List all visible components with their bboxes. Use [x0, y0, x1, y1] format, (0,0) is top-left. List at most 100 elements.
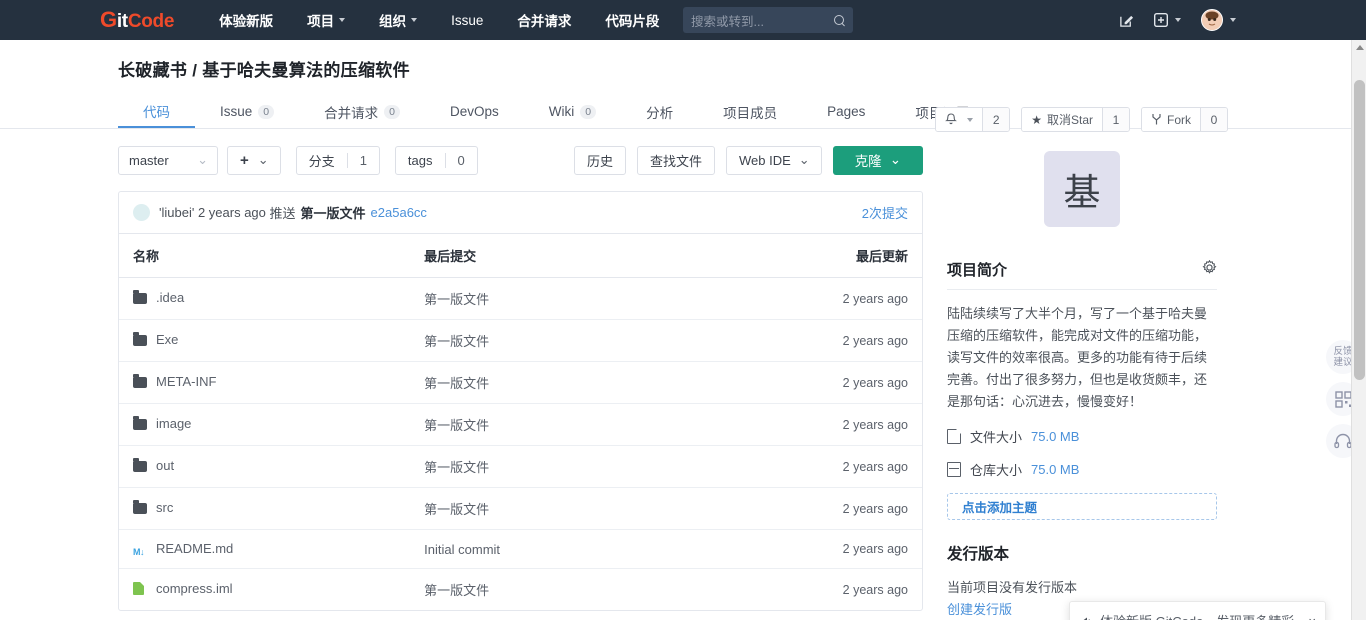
table-row[interactable]: compress.iml 第一版文件 2 years ago: [119, 569, 922, 611]
plus-icon[interactable]: [1154, 13, 1181, 27]
content-area: master ⌄ + ⌄ 分支 1 tags 0 历史 查找文件 Web IDE…: [0, 129, 1366, 620]
add-file-button[interactable]: + ⌄: [227, 145, 281, 175]
nav-item-snippets[interactable]: 代码片段: [588, 0, 676, 40]
repository-action-buttons: 2 ★ 取消Star 1 Fork 0: [935, 107, 1228, 132]
file-name-cell[interactable]: META-INF: [119, 361, 411, 404]
file-name-cell[interactable]: src: [119, 487, 411, 530]
releases-empty-label: 当前项目没有发行版本: [947, 580, 1078, 595]
star-label: 取消Star: [1046, 113, 1093, 127]
tab-analysis[interactable]: 分析: [621, 95, 698, 128]
tab-wiki[interactable]: Wiki 0: [524, 95, 621, 128]
page-scrollbar[interactable]: [1351, 40, 1366, 620]
table-row[interactable]: META-INF 第一版文件 2 years ago: [119, 361, 922, 404]
tab-issue[interactable]: Issue 0: [195, 95, 299, 128]
watch-button[interactable]: [936, 108, 983, 131]
branch-selector-label: master: [129, 152, 169, 168]
releases-title: 发行版本: [947, 546, 1010, 563]
file-browser-panel: 'liubei' 2 years ago 推送 第一版文件 e2a5a6cc 2…: [118, 191, 923, 611]
table-row[interactable]: image 第一版文件 2 years ago: [119, 403, 922, 446]
file-updated-cell: 2 years ago: [710, 277, 922, 320]
tab-code[interactable]: 代码: [118, 95, 195, 128]
chevron-down-icon: ⌄: [257, 152, 269, 167]
file-updated-cell: 2 years ago: [710, 319, 922, 362]
history-button[interactable]: 历史: [573, 145, 626, 175]
tab-devops[interactable]: DevOps: [425, 95, 524, 128]
nav-links: 体验新版 项目 组织 Issue 合并请求 代码片段: [202, 0, 676, 40]
nav-item-merge-requests[interactable]: 合并请求: [500, 0, 588, 40]
file-name-cell[interactable]: compress.iml: [119, 569, 410, 611]
avatar[interactable]: [1201, 9, 1236, 31]
nav-label: 合并请求: [517, 14, 572, 29]
file-table-header-row: 名称 最后提交 最后更新: [119, 234, 922, 278]
tab-label: 项目成员: [723, 105, 778, 121]
watch-button-group[interactable]: 2: [935, 107, 1011, 132]
chevron-down-icon: ⌄: [889, 152, 901, 167]
tab-members[interactable]: 项目成员: [698, 95, 802, 128]
history-label: 历史: [586, 153, 613, 169]
feedback-label-line2: 建议: [1333, 357, 1353, 368]
search-input[interactable]: 搜索或转到...: [683, 7, 853, 33]
repo-toolbar: master ⌄ + ⌄ 分支 1 tags 0 历史 查找文件 Web IDE…: [118, 145, 923, 175]
branch-selector[interactable]: master ⌄: [118, 145, 218, 175]
scrollbar-thumb[interactable]: [1354, 80, 1365, 380]
commit-author[interactable]: 'liubei': [159, 205, 194, 220]
close-icon[interactable]: ×: [1308, 612, 1316, 620]
tab-label: 代码: [143, 104, 170, 120]
commit-message[interactable]: 第一版文件: [301, 203, 366, 222]
file-name: compress.iml: [156, 581, 233, 596]
star-button-group[interactable]: ★ 取消Star 1: [1021, 107, 1130, 132]
logo-code: Code: [127, 11, 175, 32]
popup-text[interactable]: 体验新版 GitCode，发现更多精彩内容 >>: [1100, 612, 1301, 620]
nav-item-projects[interactable]: 项目: [290, 0, 362, 40]
file-name-cell[interactable]: image: [119, 403, 411, 446]
file-icon: [947, 429, 961, 444]
megaphone-icon: [1079, 614, 1093, 620]
nav-item-new-version[interactable]: 体验新版: [202, 0, 290, 40]
file-name-cell[interactable]: out: [119, 445, 411, 488]
column-header-last-commit: 最后提交: [410, 234, 711, 278]
nav-item-issue[interactable]: Issue: [434, 0, 500, 40]
compose-icon[interactable]: [1119, 13, 1134, 28]
logo-it: it: [116, 11, 128, 32]
tab-merge-requests[interactable]: 合并请求 0: [299, 95, 425, 128]
xml-file-icon: [133, 582, 148, 598]
file-name-cell[interactable]: Exe: [119, 319, 411, 362]
gitcode-logo[interactable]: Git Code: [100, 7, 174, 33]
nav-label: 代码片段: [605, 14, 660, 29]
gear-icon[interactable]: [1202, 259, 1217, 279]
page-body: 长破藏书 / 基于哈夫曼算法的压缩软件 2 ★ 取消Star 1 Fork 0: [0, 40, 1366, 620]
chevron-down-icon: ⌄: [798, 152, 810, 167]
file-name-cell[interactable]: M↓ README.md: [119, 529, 411, 569]
commit-sha[interactable]: e2a5a6cc: [371, 205, 427, 220]
table-row[interactable]: out 第一版文件 2 years ago: [119, 445, 922, 488]
nav-item-orgs[interactable]: 组织: [362, 0, 434, 40]
fork-button-group[interactable]: Fork 0: [1141, 107, 1228, 132]
branches-button[interactable]: 分支 1: [295, 145, 380, 175]
find-file-button[interactable]: 查找文件: [636, 145, 715, 175]
nav-label: 组织: [379, 14, 407, 29]
table-row[interactable]: M↓ README.md Initial commit 2 years ago: [119, 529, 922, 569]
repo-size-value: 75.0 MB: [1031, 462, 1080, 477]
chevron-down-icon: [1175, 18, 1181, 22]
table-row[interactable]: src 第一版文件 2 years ago: [119, 487, 922, 530]
scroll-up-arrow[interactable]: [1356, 45, 1364, 50]
table-row[interactable]: .idea 第一版文件 2 years ago: [119, 277, 922, 320]
table-row[interactable]: Exe 第一版文件 2 years ago: [119, 319, 922, 362]
top-navigation-bar: Git Code 体验新版 项目 组织 Issue 合并请求 代码片段 搜索或转到…: [0, 0, 1366, 40]
commit-time: 2 years ago: [197, 205, 266, 220]
file-name-cell[interactable]: .idea: [119, 277, 411, 320]
star-icon: ★: [1031, 112, 1042, 127]
clone-button[interactable]: 克隆 ⌄: [832, 145, 923, 175]
file-updated-cell: 2 years ago: [710, 529, 922, 569]
folder-icon: [133, 416, 148, 433]
tab-pages[interactable]: Pages: [802, 95, 890, 128]
add-topic-button[interactable]: 点击添加主题: [947, 493, 1217, 520]
star-button[interactable]: ★ 取消Star: [1022, 108, 1102, 131]
web-ide-button[interactable]: Web IDE ⌄: [726, 145, 822, 175]
create-release-link[interactable]: 创建发行版: [947, 602, 1012, 617]
fork-button[interactable]: Fork: [1142, 108, 1200, 131]
commit-count-link[interactable]: 2次提交: [862, 203, 908, 222]
nav-label: Issue: [451, 12, 484, 28]
tags-button[interactable]: tags 0: [394, 145, 478, 175]
web-ide-label: Web IDE: [739, 152, 791, 168]
